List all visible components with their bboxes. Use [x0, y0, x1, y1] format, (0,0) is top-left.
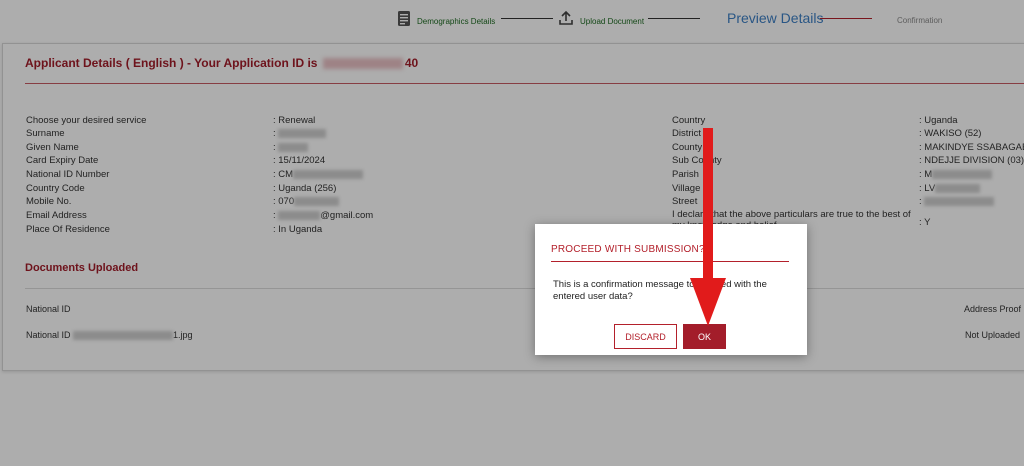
dialog-divider	[551, 261, 789, 262]
modal-backdrop[interactable]	[0, 0, 1024, 466]
dialog-title: PROCEED WITH SUBMISSION?	[551, 244, 705, 255]
annotation-arrow-icon	[690, 128, 726, 326]
discard-button[interactable]: DISCARD	[614, 324, 677, 349]
confirm-submission-dialog: PROCEED WITH SUBMISSION? This is a confi…	[535, 224, 807, 355]
dialog-message: This is a confirmation message to procee…	[553, 279, 767, 302]
